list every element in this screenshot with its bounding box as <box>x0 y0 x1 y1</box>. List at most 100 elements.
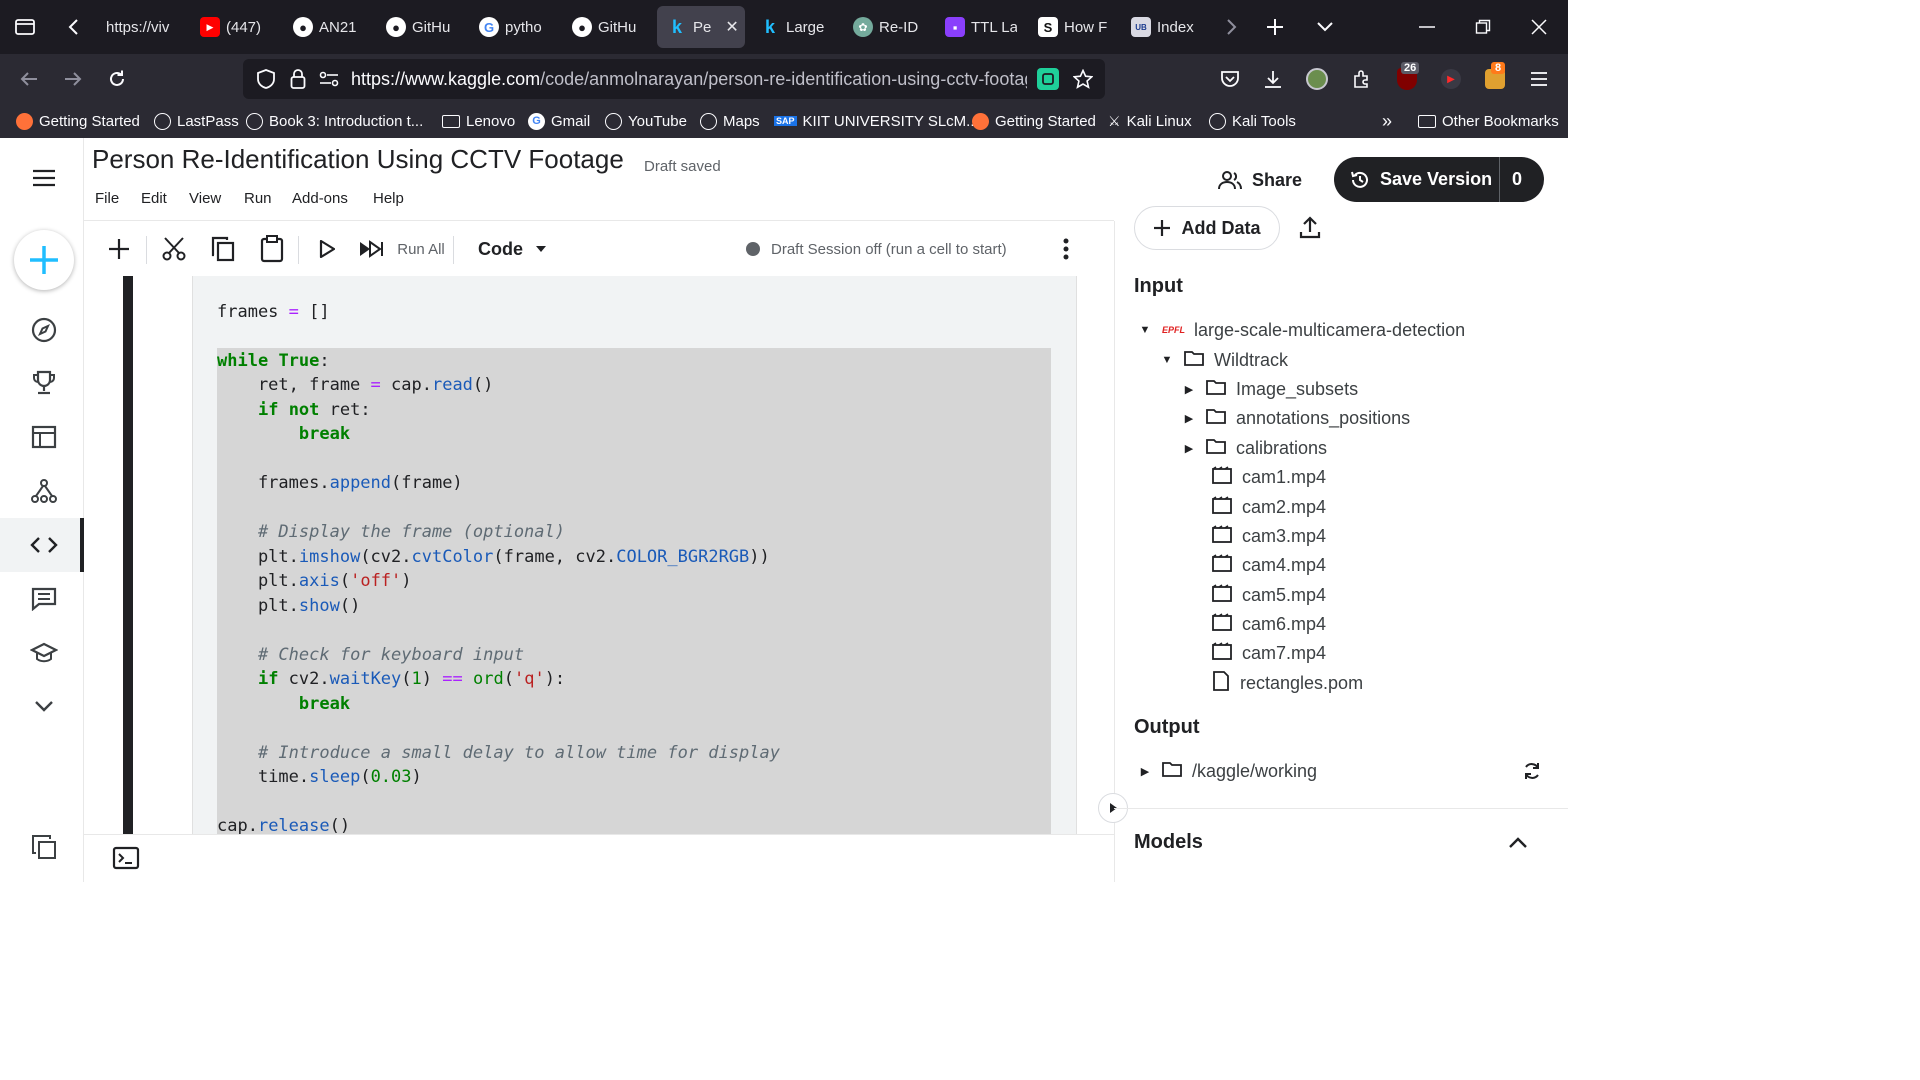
tab-3[interactable]: ● AN21 <box>293 6 363 48</box>
media-extension-icon[interactable]: ▶ <box>1434 62 1468 96</box>
code-line[interactable]: # Display the frame (optional) <box>217 520 565 544</box>
file-tree-item[interactable]: cam6.mp4 <box>1212 611 1326 637</box>
bookmark-lenovo[interactable]: Lenovo <box>442 108 515 134</box>
create-button[interactable] <box>14 230 74 290</box>
menu-add-ons[interactable]: Add-ons <box>292 190 348 207</box>
models-icon[interactable] <box>22 469 66 513</box>
cut-icon[interactable] <box>158 232 190 266</box>
code-line[interactable]: # Check for keyboard input <box>217 643 524 667</box>
account-avatar-icon[interactable] <box>1300 62 1334 96</box>
code-line[interactable]: time.sleep(0.03) <box>217 765 422 789</box>
output-tree-item[interactable]: ▶ /kaggle/working <box>1138 758 1317 784</box>
bookmark-lastpass[interactable]: LastPass <box>154 108 239 134</box>
run-cell-icon[interactable] <box>313 232 341 266</box>
learn-icon[interactable] <box>22 631 66 675</box>
extensions-icon[interactable] <box>1345 62 1379 96</box>
tab-scroll-left-icon[interactable] <box>57 10 91 44</box>
code-line[interactable]: break <box>217 422 350 446</box>
more-options-icon[interactable] <box>1054 232 1078 266</box>
menu-help[interactable]: Help <box>373 190 404 207</box>
copies-icon[interactable] <box>22 825 66 869</box>
subfolder-tree-item[interactable]: ▶ annotations_positions <box>1182 405 1410 431</box>
tab-10[interactable]: ▪ TTL La <box>945 6 1017 48</box>
tab-overview-icon[interactable] <box>8 10 42 44</box>
back-icon[interactable] <box>12 62 46 96</box>
table-icon[interactable] <box>22 415 66 459</box>
hamburger-menu-icon[interactable] <box>22 156 66 200</box>
tab-8[interactable]: k Large <box>760 6 832 48</box>
tab-1[interactable]: https://viv <box>106 6 176 48</box>
forward-icon[interactable] <box>56 62 90 96</box>
reload-icon[interactable] <box>100 62 134 96</box>
tab-5[interactable]: Gpytho <box>479 6 549 48</box>
code-line[interactable]: ret, frame = cap.read() <box>217 373 493 397</box>
close-tab-icon[interactable]: ✕ <box>725 17 738 37</box>
file-tree-item[interactable]: rectangles.pom <box>1212 670 1363 696</box>
permissions-icon[interactable] <box>317 71 341 87</box>
bookmark-other[interactable]: Other Bookmarks <box>1418 108 1559 134</box>
compass-icon[interactable] <box>22 308 66 352</box>
tab-2[interactable]: ▶ (447) <box>200 6 272 48</box>
code-line[interactable]: plt.imshow(cv2.cvtColor(frame, cv2.COLOR… <box>217 545 770 569</box>
bookmark-kali-linux[interactable]: ⚔ Kali Linux <box>1108 108 1192 134</box>
app-menu-icon[interactable] <box>1522 62 1556 96</box>
page-action-icon[interactable] <box>1037 68 1059 90</box>
tab-7-active[interactable]: k Pe ✕ <box>657 6 745 48</box>
subfolder-tree-item[interactable]: ▶ Image_subsets <box>1182 376 1358 402</box>
refresh-icon[interactable] <box>1522 761 1544 783</box>
copy-icon[interactable] <box>207 232 239 266</box>
folder-tree-item[interactable]: ▼ Wildtrack <box>1160 347 1288 373</box>
bookmark-kiit[interactable]: SAP KIIT UNIVERSITY SLcM... <box>774 108 979 134</box>
caret-right-icon[interactable]: ▶ <box>1138 765 1152 778</box>
version-count[interactable]: 0 <box>1512 169 1522 190</box>
tab-12[interactable]: UB Index <box>1131 6 1203 48</box>
code-line[interactable]: plt.axis('off') <box>217 569 412 593</box>
run-all-button[interactable]: Run All <box>396 232 446 266</box>
shield-icon[interactable] <box>253 69 279 89</box>
code-line[interactable]: break <box>217 692 350 716</box>
downloads-icon[interactable] <box>1256 62 1290 96</box>
more-chevron-down-icon[interactable] <box>22 684 66 728</box>
upload-icon[interactable] <box>1298 216 1324 242</box>
bookmark-getting-started-2[interactable]: Getting Started <box>972 108 1096 134</box>
code-line[interactable]: frames = [] <box>217 300 330 324</box>
code-line[interactable]: if cv2.waitKey(1) == ord('q'): <box>217 667 565 691</box>
file-tree-item[interactable]: cam3.mp4 <box>1212 523 1326 549</box>
bookmark-maps[interactable]: Maps <box>700 108 760 134</box>
discussion-icon[interactable] <box>22 577 66 621</box>
tab-9[interactable]: ✿ Re-ID <box>853 6 925 48</box>
code-line[interactable]: if not ret: <box>217 398 371 422</box>
share-button[interactable]: Share <box>1218 160 1302 200</box>
file-tree-item[interactable]: cam1.mp4 <box>1212 464 1326 490</box>
code-line[interactable]: while True: <box>217 349 330 373</box>
lock-icon[interactable] <box>287 69 309 89</box>
file-tree-item[interactable]: cam4.mp4 <box>1212 552 1326 578</box>
url-bar[interactable]: https://www.kaggle.com/code/anmolnarayan… <box>243 59 1105 99</box>
menu-file[interactable]: File <box>95 190 119 207</box>
file-tree-item[interactable]: cam2.mp4 <box>1212 494 1326 520</box>
file-tree-item[interactable]: cam7.mp4 <box>1212 640 1326 666</box>
add-cell-icon[interactable] <box>104 232 134 266</box>
save-version-button[interactable]: Save Version 0 <box>1334 157 1544 202</box>
subfolder-tree-item[interactable]: ▶ calibrations <box>1182 435 1327 461</box>
tab-6[interactable]: ● GitHu <box>572 6 642 48</box>
code-icon[interactable] <box>22 523 66 567</box>
code-line[interactable]: frames.append(frame) <box>217 471 463 495</box>
bookmark-star-icon[interactable] <box>1071 69 1095 89</box>
close-window-icon[interactable] <box>1522 10 1556 44</box>
dataset-tree-item[interactable]: ▼ EPFL large-scale-multicamera-detection <box>1138 317 1466 343</box>
session-status[interactable]: Draft Session off (run a cell to start) <box>746 232 1036 266</box>
console-icon[interactable] <box>112 846 142 872</box>
code-line[interactable]: # Introduce a small delay to allow time … <box>217 741 780 765</box>
pocket-icon[interactable] <box>1213 62 1247 96</box>
caret-right-icon[interactable]: ▶ <box>1182 412 1196 425</box>
chevron-up-icon[interactable] <box>1508 836 1530 852</box>
notebook-title[interactable]: Person Re-Identification Using CCTV Foot… <box>92 144 624 175</box>
tab-scroll-right-icon[interactable] <box>1214 10 1248 44</box>
bookmark-gmail[interactable]: G Gmail <box>528 108 590 134</box>
list-all-tabs-icon[interactable] <box>1308 10 1342 44</box>
menu-edit[interactable]: Edit <box>141 190 167 207</box>
menu-view[interactable]: View <box>189 190 221 207</box>
cell-type-dropdown[interactable]: Code <box>478 232 554 266</box>
restore-icon[interactable] <box>1466 10 1500 44</box>
